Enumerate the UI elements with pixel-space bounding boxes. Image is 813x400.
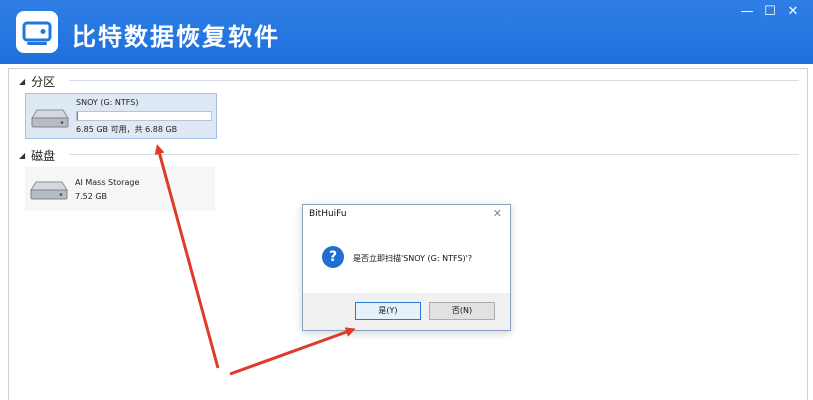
dialog-close-icon[interactable]: ✕ [493, 207, 502, 220]
section-divider [69, 154, 799, 155]
partition-name: SNOY (G: NTFS) [76, 98, 139, 107]
minimize-button[interactable]: — [735, 2, 759, 22]
close-button[interactable]: ✕ [781, 2, 805, 22]
yes-button[interactable]: 是(Y) [355, 302, 421, 320]
hard-drive-icon [30, 181, 68, 200]
hard-drive-icon [31, 109, 69, 128]
dialog-footer: 是(Y) 否(N) [303, 293, 510, 330]
disk-section-label: 磁盘 [31, 149, 56, 163]
question-icon: ? [322, 246, 344, 268]
partition-usage-fill [77, 112, 78, 120]
dialog-title: BitHuiFu [309, 209, 347, 219]
partition-section-header[interactable]: ◢ 分区 [19, 73, 55, 90]
dialog-message: 是否立即扫描'SNOY (G: NTFS)'? [353, 254, 473, 263]
disk-name: AI Mass Storage [75, 178, 140, 187]
partition-usage-bar [76, 111, 212, 121]
app-logo-icon [16, 11, 58, 53]
scan-confirm-dialog: BitHuiFu ✕ ? 是否立即扫描'SNOY (G: NTFS)'? 是(Y… [302, 204, 511, 331]
partition-item-snoy[interactable]: SNOY (G: NTFS) 6.85 GB 可用，共 6.88 GB [25, 93, 217, 139]
collapse-arrow-icon[interactable]: ◢ [19, 151, 25, 160]
app-title: 比特数据恢复软件 [72, 23, 280, 51]
maximize-button[interactable]: ☐ [758, 2, 782, 22]
disk-size: 7.52 GB [75, 192, 108, 201]
no-button[interactable]: 否(N) [429, 302, 495, 320]
partition-section-label: 分区 [31, 75, 56, 89]
disk-item-ai-mass-storage[interactable]: AI Mass Storage 7.52 GB [25, 167, 215, 211]
section-divider [69, 80, 799, 81]
disk-section-header[interactable]: ◢ 磁盘 [19, 147, 55, 164]
partition-usage-text: 6.85 GB 可用，共 6.88 GB [76, 125, 178, 134]
title-bar: 比特数据恢复软件 — ☐ ✕ [0, 0, 813, 64]
collapse-arrow-icon[interactable]: ◢ [19, 77, 25, 86]
